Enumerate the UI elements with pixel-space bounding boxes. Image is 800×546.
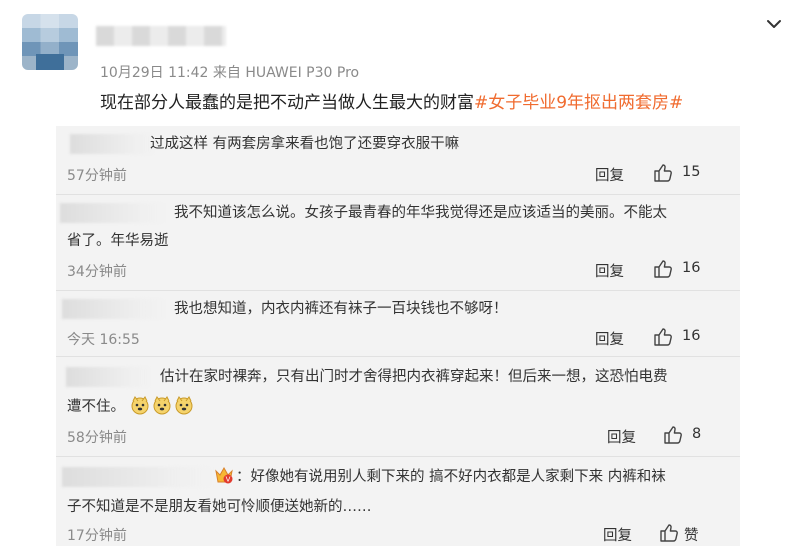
comment-text: 估计在家时裸奔，只有出门时才舍得把内衣裤穿起来！但后来一想，这恐怕电费 xyxy=(160,369,668,385)
comment-item: 我也想知道，内衣内裤还有袜子一百块钱也不够呀！ 今天 16:55 回复 16 xyxy=(56,290,740,356)
doge-emoji-icon xyxy=(131,396,149,415)
comment-time: 58分钟前 xyxy=(67,430,127,446)
thumbs-up-icon[interactable] xyxy=(652,162,674,184)
vip-badge-icon: V xyxy=(215,466,233,484)
like-label[interactable]: 赞 xyxy=(684,524,699,545)
reply-button[interactable]: 回复 xyxy=(607,426,636,447)
comment-item: 我不知道该怎么说。女孩子最青春的年华我觉得还是应该适当的美丽。不能太 省了。年华… xyxy=(56,194,740,290)
like-count: 16 xyxy=(682,328,701,344)
doge-emoji-icon xyxy=(175,396,193,415)
commenter-name-blurred[interactable] xyxy=(66,367,152,387)
reply-button[interactable]: 回复 xyxy=(595,164,624,185)
comment-text: V ：好像她有说用别人剩下来的 搞不好内衣都是人家剩下来 内裤和袜 xyxy=(214,463,666,491)
topic-link[interactable]: #女子毕业9年抠出两套房# xyxy=(474,93,683,113)
comment-text: 过成这样 有两套房拿来看也饱了还要穿衣服干嘛 xyxy=(150,136,460,152)
post-text: 现在部分人最蠢的是把不动产当做人生最大的财富#女子毕业9年抠出两套房# xyxy=(100,88,683,113)
like-count: 16 xyxy=(682,260,701,276)
post-meta: 10月29日 11:42 来自 HUAWEI P30 Pro xyxy=(100,65,360,81)
comment-text-line2: 遭不住。 xyxy=(67,399,125,415)
comment-time: 34分钟前 xyxy=(67,264,127,280)
comment-time: 17分钟前 xyxy=(67,528,127,544)
reply-button[interactable]: 回复 xyxy=(603,524,632,545)
commenter-name-blurred[interactable] xyxy=(62,299,166,319)
doge-emoji-icon xyxy=(153,396,171,415)
comment-text-cont: 遭不住。 xyxy=(67,393,196,421)
comment-time: 今天 16:55 xyxy=(67,332,140,348)
commenter-name-blurred[interactable] xyxy=(62,467,212,487)
commenter-name-blurred[interactable] xyxy=(70,134,156,154)
commenter-name-blurred[interactable] xyxy=(60,203,166,223)
user-name-blurred[interactable] xyxy=(96,26,226,46)
comment-text-cont: 子不知道是不是朋友看她可怜顺便送她新的…… xyxy=(67,499,372,515)
avatar[interactable] xyxy=(22,14,78,70)
comment-item: V ：好像她有说用别人剩下来的 搞不好内衣都是人家剩下来 内裤和袜 子不知道是不是… xyxy=(56,456,740,546)
like-count: 15 xyxy=(682,164,701,180)
svg-text:V: V xyxy=(226,476,231,484)
thumbs-up-icon[interactable] xyxy=(662,424,684,446)
comment-text: 我不知道该怎么说。女孩子最青春的年华我觉得还是应该适当的美丽。不能太 xyxy=(174,205,667,221)
thumbs-up-icon[interactable] xyxy=(658,522,680,544)
thumbs-up-icon[interactable] xyxy=(652,326,674,348)
post-header: 10月29日 11:42 来自 HUAWEI P30 Pro 现在部分人最蠢的是… xyxy=(0,0,800,120)
post-body: 现在部分人最蠢的是把不动产当做人生最大的财富 xyxy=(100,93,474,113)
like-count: 8 xyxy=(692,426,702,442)
comment-text: 我也想知道，内衣内裤还有袜子一百块钱也不够呀！ xyxy=(174,301,508,317)
comment-item: 过成这样 有两套房拿来看也饱了还要穿衣服干嘛 57分钟前 回复 15 xyxy=(56,126,740,194)
comment-text-line1: ：好像她有说用别人剩下来的 搞不好内衣都是人家剩下来 内裤和袜 xyxy=(236,469,666,485)
comment-text-cont: 省了。年华易逝 xyxy=(67,233,169,249)
comment-list: 过成这样 有两套房拿来看也饱了还要穿衣服干嘛 57分钟前 回复 15 我不知道该… xyxy=(56,126,740,546)
reply-button[interactable]: 回复 xyxy=(595,260,624,281)
thumbs-up-icon[interactable] xyxy=(652,258,674,280)
comment-item: 估计在家时裸奔，只有出门时才舍得把内衣裤穿起来！但后来一想，这恐怕电费 遭不住。… xyxy=(56,356,740,456)
reply-button[interactable]: 回复 xyxy=(595,328,624,349)
comment-time: 57分钟前 xyxy=(67,168,127,184)
chevron-down-icon[interactable] xyxy=(764,14,784,34)
